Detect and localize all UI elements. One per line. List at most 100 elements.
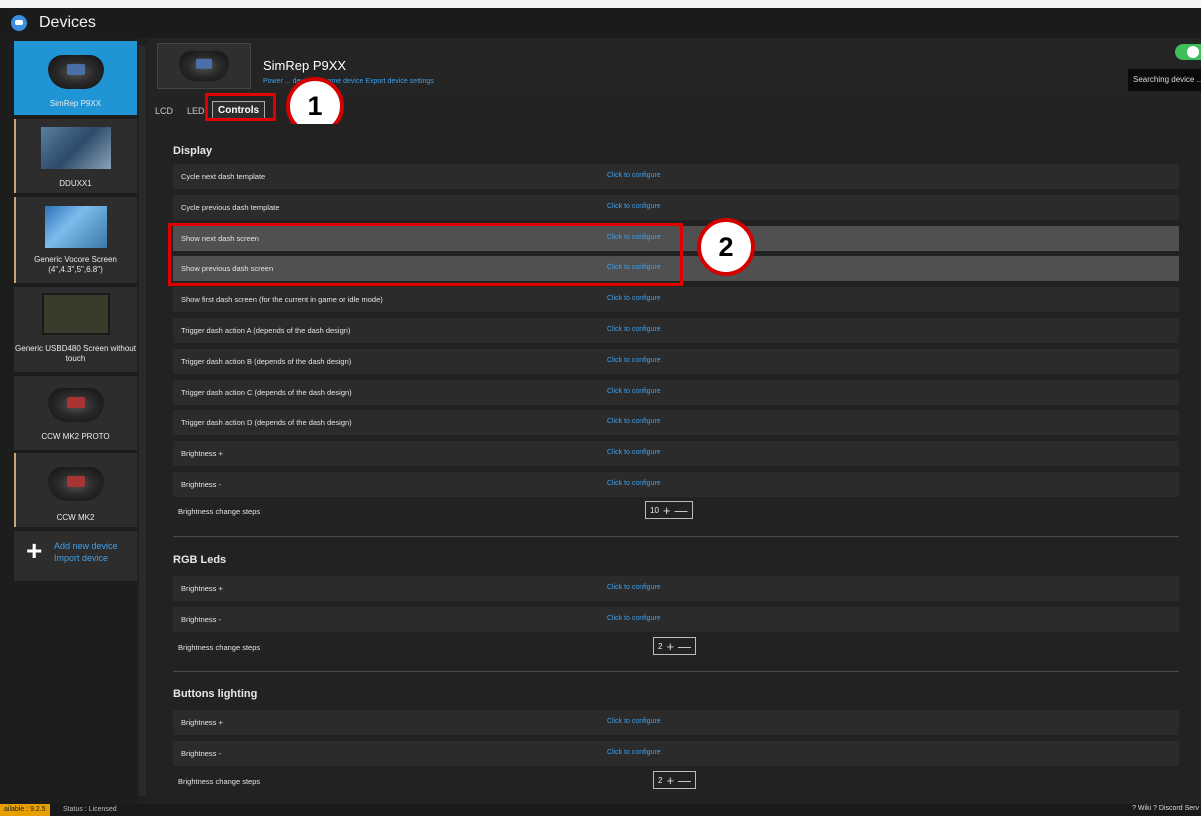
- control-label: Brightness +: [181, 449, 223, 459]
- control-label: Brightness -: [181, 480, 222, 489]
- click-to-configure-link[interactable]: Click to configure: [607, 357, 661, 364]
- section-title-buttons-lighting: Buttons lighting: [173, 688, 258, 700]
- control-row[interactable]: Show first dash screen (for the current …: [173, 287, 1179, 313]
- device-sidebar: SimRep P9XX DDUXX1 Generic Vocore Screen…: [0, 38, 148, 804]
- increment-icon[interactable]: +: [666, 639, 674, 654]
- section-title-display: Display: [173, 145, 213, 157]
- device-label: CCW MK2 PROTO: [41, 432, 110, 441]
- device-thumbnail: [157, 43, 251, 89]
- control-row[interactable]: Cycle next dash template Click to configu…: [173, 164, 1179, 189]
- device-label: SimRep P9XX: [49, 99, 102, 108]
- steps-value: 2: [658, 775, 663, 785]
- steps-label: Brightness change steps: [178, 507, 261, 516]
- control-label: Brightness -: [181, 614, 222, 624]
- click-to-configure-link[interactable]: Click to configure: [607, 615, 661, 622]
- title-bar: Devices: [0, 8, 1201, 38]
- searching-status: Searching device ...: [1128, 69, 1201, 91]
- control-row[interactable]: Brightness - Click to configure: [173, 740, 1179, 766]
- control-label: Cycle next dash template: [181, 172, 266, 181]
- control-row[interactable]: Trigger dash action C (depends of the da…: [173, 379, 1179, 405]
- control-row[interactable]: Trigger dash action B (depends of the da…: [173, 348, 1179, 374]
- control-row[interactable]: Brightness + Click to configure: [173, 576, 1179, 601]
- add-device-panel: + Add new device Import device: [14, 531, 137, 581]
- click-to-configure-link[interactable]: Click to configure: [607, 172, 661, 179]
- highlight-box-dash-screen-rows: [168, 223, 683, 286]
- sidebar-device-ccw-mk2-proto[interactable]: CCW MK2 PROTO: [14, 376, 137, 450]
- control-row[interactable]: Brightness - Click to configure: [173, 606, 1179, 632]
- click-to-configure-link[interactable]: Click to configure: [607, 449, 661, 456]
- section-divider: [173, 536, 1179, 537]
- tab-led[interactable]: LED: [187, 106, 205, 116]
- control-row[interactable]: Brightness + Click to configure: [173, 710, 1179, 735]
- device-enable-toggle[interactable]: [1175, 44, 1201, 60]
- add-new-device-link[interactable]: Add new device: [54, 541, 118, 551]
- steering-wheel-icon: [47, 55, 104, 89]
- control-label: Cycle previous dash template: [181, 202, 280, 212]
- control-label: Trigger dash action B (depends of the da…: [181, 356, 352, 366]
- display-brightness-steps-row: Brightness change steps 10 + —: [173, 500, 1179, 522]
- callout-2: 2: [697, 218, 755, 276]
- window-title: Devices: [39, 14, 96, 31]
- control-row[interactable]: Brightness - Click to configure: [173, 472, 1179, 497]
- lcd-panel-icon: [41, 293, 110, 335]
- brightness-steps-stepper[interactable]: 10 + —: [645, 501, 693, 519]
- click-to-configure-link[interactable]: Click to configure: [607, 718, 661, 725]
- license-status: Status : Licensed: [63, 806, 117, 813]
- control-label: Brightness +: [181, 718, 223, 727]
- control-row[interactable]: Trigger dash action A (depends of the da…: [173, 318, 1179, 343]
- help-links[interactable]: ? Wiki ? Discord Serv: [1132, 805, 1199, 812]
- click-to-configure-link[interactable]: Click to configure: [607, 388, 661, 395]
- device-label: DDUXX1: [59, 179, 92, 188]
- top-strip: [0, 0, 1201, 8]
- sidebar-scrollbar[interactable]: [137, 38, 148, 804]
- sidebar-device-simrep-p9xx[interactable]: SimRep P9XX: [14, 41, 137, 115]
- click-to-configure-link[interactable]: Click to configure: [607, 203, 661, 210]
- click-to-configure-link[interactable]: Click to configure: [607, 295, 661, 302]
- plus-icon: +: [26, 535, 43, 566]
- control-row[interactable]: Trigger dash action D (depends of the da…: [173, 410, 1179, 436]
- device-label: Generic USBD480 Screen without touch: [15, 344, 136, 363]
- status-bar: ailable : 9.2.5 Status : Licensed ? Wiki…: [0, 804, 1201, 816]
- steps-label: Brightness change steps: [178, 643, 261, 652]
- gamepad-icon: [11, 15, 27, 31]
- steps-value: 2: [658, 641, 663, 651]
- sidebar-device-vocore[interactable]: Generic Vocore Screen (4",4.3",5",6.8"): [14, 197, 137, 283]
- steering-wheel-icon: [47, 388, 104, 422]
- decrement-icon[interactable]: —: [678, 773, 691, 788]
- device-label: CCW MK2: [56, 513, 95, 522]
- control-row[interactable]: Cycle previous dash template Click to con…: [173, 194, 1179, 220]
- tab-lcd[interactable]: LCD: [155, 106, 173, 116]
- steering-wheel-icon: [47, 467, 104, 501]
- buttons-steps-stepper[interactable]: 2 + —: [653, 771, 697, 789]
- steps-label: Brightness change steps: [178, 777, 261, 786]
- control-label: Brightness +: [181, 584, 223, 593]
- sidebar-device-ccw-mk2[interactable]: CCW MK2: [14, 453, 137, 527]
- click-to-configure-link[interactable]: Click to configure: [607, 326, 661, 333]
- click-to-configure-link[interactable]: Click to configure: [607, 584, 661, 591]
- click-to-configure-link[interactable]: Click to configure: [607, 480, 661, 487]
- increment-icon[interactable]: +: [663, 503, 671, 518]
- control-row[interactable]: Brightness + Click to configure: [173, 441, 1179, 467]
- rgb-steps-stepper[interactable]: 2 + —: [653, 637, 697, 655]
- dashboard-photo-icon: [40, 127, 111, 169]
- sidebar-device-usbd480[interactable]: Generic USBD480 Screen without touch: [14, 287, 137, 372]
- click-to-configure-link[interactable]: Click to configure: [607, 749, 661, 756]
- highlight-box-controls-tab: [205, 93, 276, 121]
- steps-value: 10: [650, 505, 659, 515]
- import-device-link[interactable]: Import device: [54, 553, 108, 563]
- control-label: Brightness -: [181, 748, 222, 758]
- control-label: Trigger dash action D (depends of the da…: [181, 418, 352, 428]
- sidebar-device-dduxx1[interactable]: DDUXX1: [14, 119, 137, 193]
- decrement-icon[interactable]: —: [678, 639, 691, 654]
- update-available-badge[interactable]: ailable : 9.2.5: [0, 804, 50, 816]
- device-name: SimRep P9XX: [263, 58, 347, 73]
- device-actions-links[interactable]: Power ... device Rename device Export de…: [263, 78, 434, 85]
- control-label: Trigger dash action A (depends of the da…: [181, 326, 351, 335]
- decrement-icon[interactable]: —: [675, 503, 688, 518]
- increment-icon[interactable]: +: [666, 773, 674, 788]
- vocore-screen-icon: [44, 206, 107, 248]
- control-label: Trigger dash action C (depends of the da…: [181, 387, 352, 397]
- click-to-configure-link[interactable]: Click to configure: [607, 418, 661, 425]
- rgb-brightness-steps-row: Brightness change steps 2 + —: [173, 636, 1179, 658]
- section-title-rgb-leds: RGB Leds: [173, 554, 227, 566]
